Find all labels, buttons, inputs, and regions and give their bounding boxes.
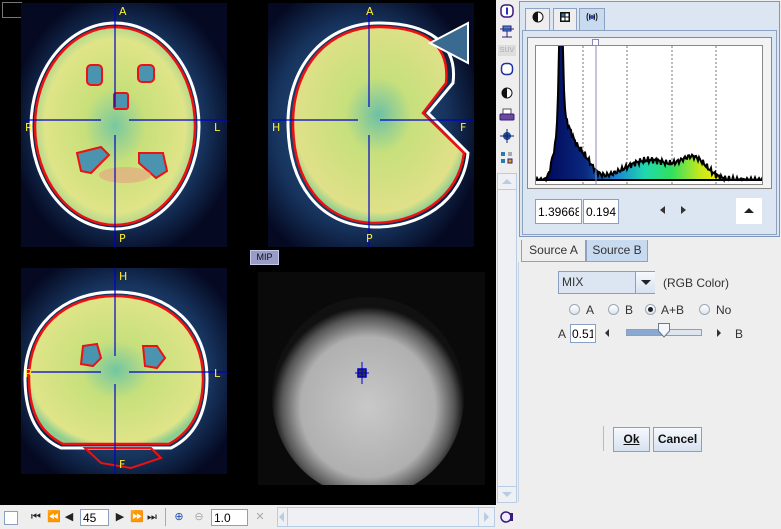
tab-source-b[interactable]: Source B (586, 240, 648, 262)
contrast-icon[interactable] (498, 86, 516, 102)
scroll-up-button[interactable] (498, 174, 516, 190)
sagittal-view[interactable]: A P H F (268, 3, 474, 247)
tab-grid[interactable] (553, 8, 577, 30)
coronal-view[interactable]: H F R L (21, 268, 227, 474)
orientation-label-right: L (214, 121, 221, 134)
histogram-min-input[interactable] (535, 199, 582, 224)
image-viewer[interactable]: A P R L A P H F H F R L MIP (0, 0, 496, 505)
chevron-right-icon (484, 512, 489, 522)
suv-icon[interactable]: SUV (498, 45, 516, 56)
orientation-label-right: L (214, 367, 221, 380)
ok-button[interactable]: Ok (613, 427, 650, 452)
axial-view[interactable]: A P R L (21, 3, 227, 247)
zoom-in-icon[interactable]: ⊕ (172, 509, 186, 525)
chevron-down-icon (502, 492, 512, 497)
orientation-label-left: H (272, 121, 281, 134)
orientation-label-left: R (25, 367, 33, 380)
next-fast-icon[interactable]: ⏩ (130, 509, 144, 525)
histogram-right-arrow-icon[interactable] (681, 206, 686, 214)
fusion-mode-note: (RGB Color) (663, 276, 730, 290)
scroll-down-button[interactable] (498, 486, 516, 502)
blend-decrease-icon[interactable] (605, 329, 609, 337)
orientation-label-top: A (119, 5, 127, 18)
histogram-max-input[interactable] (583, 199, 619, 224)
zoom-factor-input[interactable] (211, 509, 248, 526)
radio-a-plus-b-label: A+B (661, 303, 685, 317)
chevron-left-icon (279, 512, 284, 522)
collapse-button[interactable] (736, 198, 762, 224)
chevron-up-icon (744, 208, 754, 213)
radio-b[interactable] (608, 304, 619, 315)
tab-histogram[interactable] (579, 8, 605, 30)
info-icon[interactable] (498, 4, 516, 20)
scroll-right-button[interactable] (478, 508, 494, 526)
histogram-icon (586, 12, 598, 22)
capture-icon[interactable] (499, 510, 515, 524)
orientation-label-left: R (25, 121, 33, 134)
next-slice-icon[interactable]: ▶ (114, 509, 126, 525)
radio-no[interactable] (699, 304, 710, 315)
radio-a-label: A (586, 303, 595, 317)
mip-badge: MIP (250, 250, 279, 265)
orientation-label-top: H (119, 270, 128, 283)
grid-icon (560, 12, 570, 22)
histogram-left-arrow-icon[interactable] (660, 206, 665, 214)
toolbar-separator (165, 508, 166, 526)
network-icon[interactable] (498, 25, 516, 41)
layout-icon[interactable] (498, 151, 516, 167)
radio-a[interactable] (569, 304, 580, 315)
roi-shape-icon[interactable] (498, 62, 516, 78)
prev-slice-icon[interactable]: ◀ (63, 509, 75, 525)
panel-left-border (518, 262, 519, 502)
radio-a-plus-b[interactable] (645, 304, 656, 315)
print-icon[interactable] (498, 108, 516, 124)
fusion-mode-select[interactable]: MIX (558, 271, 655, 294)
chevron-down-icon (641, 280, 651, 285)
orientation-label-bottom: P (366, 232, 373, 245)
chevron-up-icon (502, 179, 512, 184)
button-separator (603, 426, 604, 451)
zoom-out-icon[interactable]: ⊖ (192, 509, 206, 525)
last-slice-icon[interactable]: ⏭ (146, 509, 158, 525)
orientation-label-top: A (366, 5, 374, 18)
prev-fast-icon[interactable]: ⏪ (47, 509, 61, 525)
orientation-label-right: F (460, 121, 467, 134)
orientation-label-bottom: P (119, 232, 126, 245)
horizontal-scrollbar[interactable] (277, 507, 495, 527)
orientation-label-bottom: F (119, 458, 126, 471)
crosshair-icon[interactable] (498, 129, 516, 145)
radio-b-label: B (625, 303, 634, 317)
blend-left-label: A (558, 327, 567, 341)
select-checkbox[interactable] (4, 511, 18, 525)
fusion-mode-value: MIX (562, 275, 584, 289)
blend-slider-thumb[interactable] (657, 323, 670, 338)
reset-zoom-icon[interactable]: ✕ (253, 509, 267, 525)
cancel-button[interactable]: Cancel (653, 427, 702, 452)
contrast-icon (532, 11, 543, 23)
dropdown-button[interactable] (635, 272, 655, 293)
radio-no-label: No (716, 303, 732, 317)
slice-number-input[interactable] (80, 509, 109, 526)
scroll-left-button[interactable] (278, 508, 288, 526)
first-slice-icon[interactable]: ⏮ (30, 509, 42, 525)
blend-value-input[interactable] (570, 324, 596, 343)
view-selector-box[interactable] (2, 2, 22, 18)
histogram-plot[interactable] (534, 0, 763, 185)
blend-increase-icon[interactable] (717, 329, 721, 337)
tab-contrast[interactable] (525, 8, 550, 30)
histogram-threshold-handle[interactable] (592, 39, 599, 46)
vertical-scrollbar[interactable] (497, 173, 517, 503)
mip-view[interactable] (258, 272, 485, 485)
tab-source-a[interactable]: Source A (521, 240, 586, 262)
blend-right-label: B (735, 327, 744, 341)
